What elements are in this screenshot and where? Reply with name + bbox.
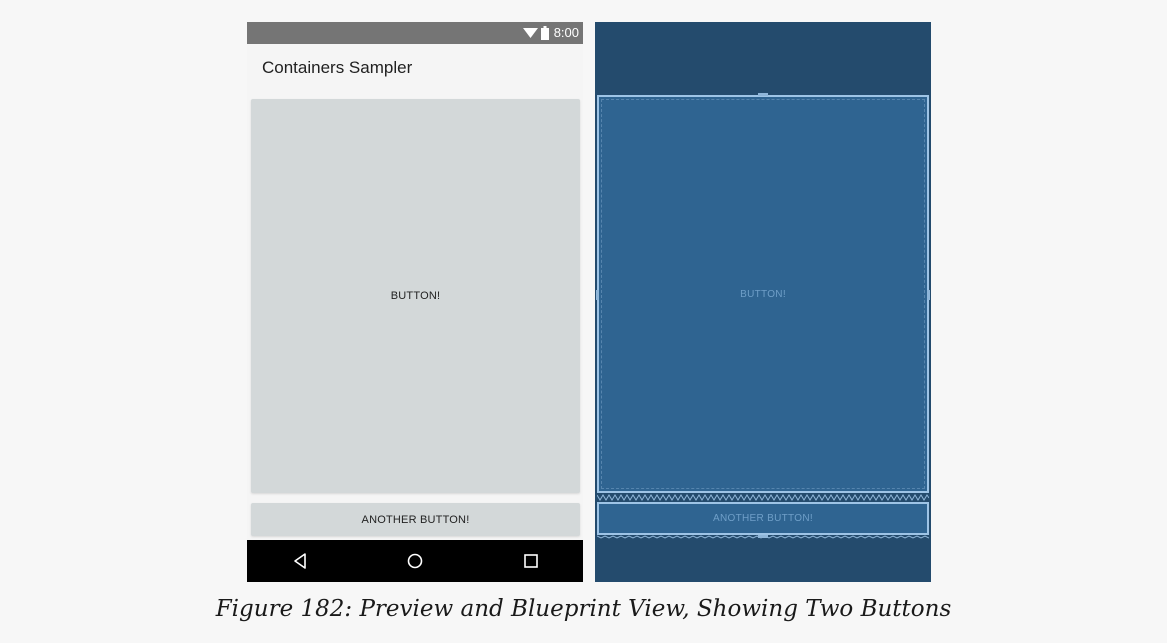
blueprint-chain-connector: [597, 494, 929, 501]
bottom-constraint-handle[interactable]: [758, 535, 768, 538]
wifi-icon: [522, 28, 538, 38]
navigation-bar: [247, 540, 583, 582]
blueprint-another-button[interactable]: ANOTHER BUTTON!: [597, 502, 929, 535]
design-preview: 8:00 Containers Sampler BUTTON! ANOTHER …: [247, 22, 583, 582]
big-button[interactable]: BUTTON!: [251, 99, 580, 493]
top-constraint-handle[interactable]: [758, 93, 768, 96]
status-time: 8:00: [553, 25, 579, 40]
status-bar: 8:00: [247, 22, 583, 44]
big-button-label: BUTTON!: [390, 290, 441, 302]
home-icon[interactable]: [406, 552, 424, 570]
app-bar: Containers Sampler: [247, 44, 583, 94]
blueprint-another-button-label: ANOTHER BUTTON!: [713, 513, 813, 524]
app-title: Containers Sampler: [262, 58, 413, 77]
back-icon[interactable]: [291, 552, 309, 570]
left-constraint-handle[interactable]: [596, 290, 599, 300]
recents-icon[interactable]: [522, 552, 540, 570]
blueprint-big-button-label: BUTTON!: [740, 288, 786, 300]
right-constraint-handle[interactable]: [927, 290, 930, 300]
another-button-label: ANOTHER BUTTON!: [361, 513, 470, 526]
another-button[interactable]: ANOTHER BUTTON!: [251, 503, 580, 536]
blueprint-view: BUTTON! ANOTHER BUTTON!: [595, 22, 931, 582]
blueprint-big-button[interactable]: BUTTON!: [597, 95, 929, 493]
battery-icon: [540, 26, 549, 40]
figure-caption: Figure 182: Preview and Blueprint View, …: [215, 596, 952, 622]
